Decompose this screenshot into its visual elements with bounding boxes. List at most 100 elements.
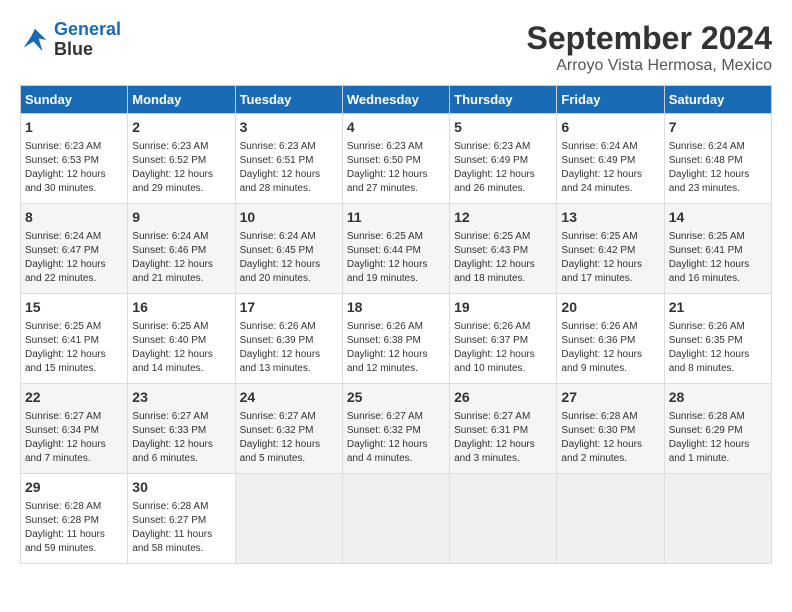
week-row-0: 1Sunrise: 6:23 AM Sunset: 6:53 PM Daylig…	[21, 114, 772, 204]
day-info: Sunrise: 6:26 AM Sunset: 6:38 PM Dayligh…	[347, 320, 445, 376]
day-info: Sunrise: 6:24 AM Sunset: 6:49 PM Dayligh…	[561, 140, 659, 196]
day-info: Sunrise: 6:27 AM Sunset: 6:31 PM Dayligh…	[454, 410, 552, 466]
calendar-cell	[450, 474, 557, 564]
day-number: 12	[454, 208, 552, 228]
page-subtitle: Arroyo Vista Hermosa, Mexico	[527, 57, 772, 75]
day-number: 21	[669, 298, 767, 318]
day-info: Sunrise: 6:25 AM Sunset: 6:44 PM Dayligh…	[347, 230, 445, 286]
day-number: 10	[240, 208, 338, 228]
calendar-cell: 2Sunrise: 6:23 AM Sunset: 6:52 PM Daylig…	[128, 114, 235, 204]
calendar-table: SundayMondayTuesdayWednesdayThursdayFrid…	[20, 85, 772, 564]
day-info: Sunrise: 6:23 AM Sunset: 6:53 PM Dayligh…	[25, 140, 123, 196]
day-info: Sunrise: 6:27 AM Sunset: 6:34 PM Dayligh…	[25, 410, 123, 466]
calendar-cell: 17Sunrise: 6:26 AM Sunset: 6:39 PM Dayli…	[235, 294, 342, 384]
logo: General Blue	[20, 20, 121, 60]
calendar-cell	[557, 474, 664, 564]
day-number: 15	[25, 298, 123, 318]
title-block: September 2024 Arroyo Vista Hermosa, Mex…	[527, 20, 772, 75]
day-info: Sunrise: 6:24 AM Sunset: 6:47 PM Dayligh…	[25, 230, 123, 286]
day-number: 27	[561, 388, 659, 408]
calendar-cell: 7Sunrise: 6:24 AM Sunset: 6:48 PM Daylig…	[664, 114, 771, 204]
calendar-cell: 25Sunrise: 6:27 AM Sunset: 6:32 PM Dayli…	[342, 384, 449, 474]
calendar-cell: 8Sunrise: 6:24 AM Sunset: 6:47 PM Daylig…	[21, 204, 128, 294]
day-number: 26	[454, 388, 552, 408]
day-number: 5	[454, 118, 552, 138]
day-info: Sunrise: 6:24 AM Sunset: 6:48 PM Dayligh…	[669, 140, 767, 196]
day-number: 9	[132, 208, 230, 228]
calendar-cell: 15Sunrise: 6:25 AM Sunset: 6:41 PM Dayli…	[21, 294, 128, 384]
day-info: Sunrise: 6:26 AM Sunset: 6:39 PM Dayligh…	[240, 320, 338, 376]
calendar-cell: 1Sunrise: 6:23 AM Sunset: 6:53 PM Daylig…	[21, 114, 128, 204]
day-number: 6	[561, 118, 659, 138]
day-info: Sunrise: 6:26 AM Sunset: 6:35 PM Dayligh…	[669, 320, 767, 376]
day-info: Sunrise: 6:25 AM Sunset: 6:43 PM Dayligh…	[454, 230, 552, 286]
day-number: 17	[240, 298, 338, 318]
calendar-cell: 19Sunrise: 6:26 AM Sunset: 6:37 PM Dayli…	[450, 294, 557, 384]
calendar-cell: 30Sunrise: 6:28 AM Sunset: 6:27 PM Dayli…	[128, 474, 235, 564]
calendar-cell: 16Sunrise: 6:25 AM Sunset: 6:40 PM Dayli…	[128, 294, 235, 384]
calendar-cell: 23Sunrise: 6:27 AM Sunset: 6:33 PM Dayli…	[128, 384, 235, 474]
day-number: 23	[132, 388, 230, 408]
week-row-2: 15Sunrise: 6:25 AM Sunset: 6:41 PM Dayli…	[21, 294, 772, 384]
week-row-4: 29Sunrise: 6:28 AM Sunset: 6:28 PM Dayli…	[21, 474, 772, 564]
day-number: 3	[240, 118, 338, 138]
day-number: 20	[561, 298, 659, 318]
calendar-cell: 26Sunrise: 6:27 AM Sunset: 6:31 PM Dayli…	[450, 384, 557, 474]
calendar-cell: 4Sunrise: 6:23 AM Sunset: 6:50 PM Daylig…	[342, 114, 449, 204]
day-number: 14	[669, 208, 767, 228]
day-number: 29	[25, 478, 123, 498]
day-number: 25	[347, 388, 445, 408]
day-number: 19	[454, 298, 552, 318]
calendar-cell	[235, 474, 342, 564]
day-number: 18	[347, 298, 445, 318]
day-info: Sunrise: 6:24 AM Sunset: 6:45 PM Dayligh…	[240, 230, 338, 286]
calendar-cell: 9Sunrise: 6:24 AM Sunset: 6:46 PM Daylig…	[128, 204, 235, 294]
day-number: 1	[25, 118, 123, 138]
week-row-1: 8Sunrise: 6:24 AM Sunset: 6:47 PM Daylig…	[21, 204, 772, 294]
day-info: Sunrise: 6:23 AM Sunset: 6:49 PM Dayligh…	[454, 140, 552, 196]
day-info: Sunrise: 6:27 AM Sunset: 6:33 PM Dayligh…	[132, 410, 230, 466]
column-header-monday: Monday	[128, 86, 235, 114]
day-info: Sunrise: 6:28 AM Sunset: 6:30 PM Dayligh…	[561, 410, 659, 466]
page-title: September 2024	[527, 20, 772, 57]
day-number: 2	[132, 118, 230, 138]
day-number: 7	[669, 118, 767, 138]
day-number: 4	[347, 118, 445, 138]
week-row-3: 22Sunrise: 6:27 AM Sunset: 6:34 PM Dayli…	[21, 384, 772, 474]
day-info: Sunrise: 6:23 AM Sunset: 6:50 PM Dayligh…	[347, 140, 445, 196]
calendar-cell: 21Sunrise: 6:26 AM Sunset: 6:35 PM Dayli…	[664, 294, 771, 384]
day-number: 13	[561, 208, 659, 228]
day-info: Sunrise: 6:28 AM Sunset: 6:28 PM Dayligh…	[25, 500, 123, 556]
day-info: Sunrise: 6:27 AM Sunset: 6:32 PM Dayligh…	[240, 410, 338, 466]
day-info: Sunrise: 6:26 AM Sunset: 6:37 PM Dayligh…	[454, 320, 552, 376]
calendar-cell: 20Sunrise: 6:26 AM Sunset: 6:36 PM Dayli…	[557, 294, 664, 384]
calendar-cell: 12Sunrise: 6:25 AM Sunset: 6:43 PM Dayli…	[450, 204, 557, 294]
calendar-cell: 5Sunrise: 6:23 AM Sunset: 6:49 PM Daylig…	[450, 114, 557, 204]
column-header-thursday: Thursday	[450, 86, 557, 114]
day-number: 24	[240, 388, 338, 408]
column-header-sunday: Sunday	[21, 86, 128, 114]
calendar-header-row: SundayMondayTuesdayWednesdayThursdayFrid…	[21, 86, 772, 114]
calendar-cell: 27Sunrise: 6:28 AM Sunset: 6:30 PM Dayli…	[557, 384, 664, 474]
day-info: Sunrise: 6:27 AM Sunset: 6:32 PM Dayligh…	[347, 410, 445, 466]
logo-text: General Blue	[54, 20, 121, 60]
calendar-cell: 22Sunrise: 6:27 AM Sunset: 6:34 PM Dayli…	[21, 384, 128, 474]
day-info: Sunrise: 6:25 AM Sunset: 6:40 PM Dayligh…	[132, 320, 230, 376]
calendar-cell	[664, 474, 771, 564]
day-info: Sunrise: 6:28 AM Sunset: 6:27 PM Dayligh…	[132, 500, 230, 556]
calendar-cell: 24Sunrise: 6:27 AM Sunset: 6:32 PM Dayli…	[235, 384, 342, 474]
day-info: Sunrise: 6:25 AM Sunset: 6:41 PM Dayligh…	[669, 230, 767, 286]
page-header: General Blue September 2024 Arroyo Vista…	[20, 20, 772, 75]
calendar-cell: 28Sunrise: 6:28 AM Sunset: 6:29 PM Dayli…	[664, 384, 771, 474]
column-header-wednesday: Wednesday	[342, 86, 449, 114]
day-info: Sunrise: 6:24 AM Sunset: 6:46 PM Dayligh…	[132, 230, 230, 286]
day-number: 30	[132, 478, 230, 498]
calendar-cell: 14Sunrise: 6:25 AM Sunset: 6:41 PM Dayli…	[664, 204, 771, 294]
day-number: 11	[347, 208, 445, 228]
day-info: Sunrise: 6:23 AM Sunset: 6:52 PM Dayligh…	[132, 140, 230, 196]
calendar-cell: 13Sunrise: 6:25 AM Sunset: 6:42 PM Dayli…	[557, 204, 664, 294]
calendar-cell: 18Sunrise: 6:26 AM Sunset: 6:38 PM Dayli…	[342, 294, 449, 384]
calendar-cell: 10Sunrise: 6:24 AM Sunset: 6:45 PM Dayli…	[235, 204, 342, 294]
calendar-cell: 11Sunrise: 6:25 AM Sunset: 6:44 PM Dayli…	[342, 204, 449, 294]
logo-icon	[20, 25, 50, 55]
